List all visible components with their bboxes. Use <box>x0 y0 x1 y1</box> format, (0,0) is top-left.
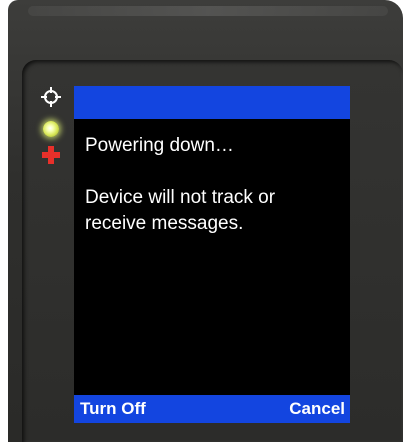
message-area: Powering down… Device will not track or … <box>85 133 340 237</box>
turn-off-softkey[interactable]: Turn Off <box>80 399 146 419</box>
info-message: Device will not track or receive message… <box>85 187 276 234</box>
gps-icon <box>41 87 61 107</box>
status-led <box>43 121 59 137</box>
softkey-bar: Turn Off Cancel <box>74 395 350 423</box>
status-message: Powering down… <box>85 135 234 156</box>
device-screen: Powering down… Device will not track or … <box>74 86 350 423</box>
housing-highlight <box>28 6 388 16</box>
cancel-softkey[interactable]: Cancel <box>289 399 345 419</box>
sos-plus-icon <box>42 146 60 164</box>
title-bar <box>74 86 350 119</box>
